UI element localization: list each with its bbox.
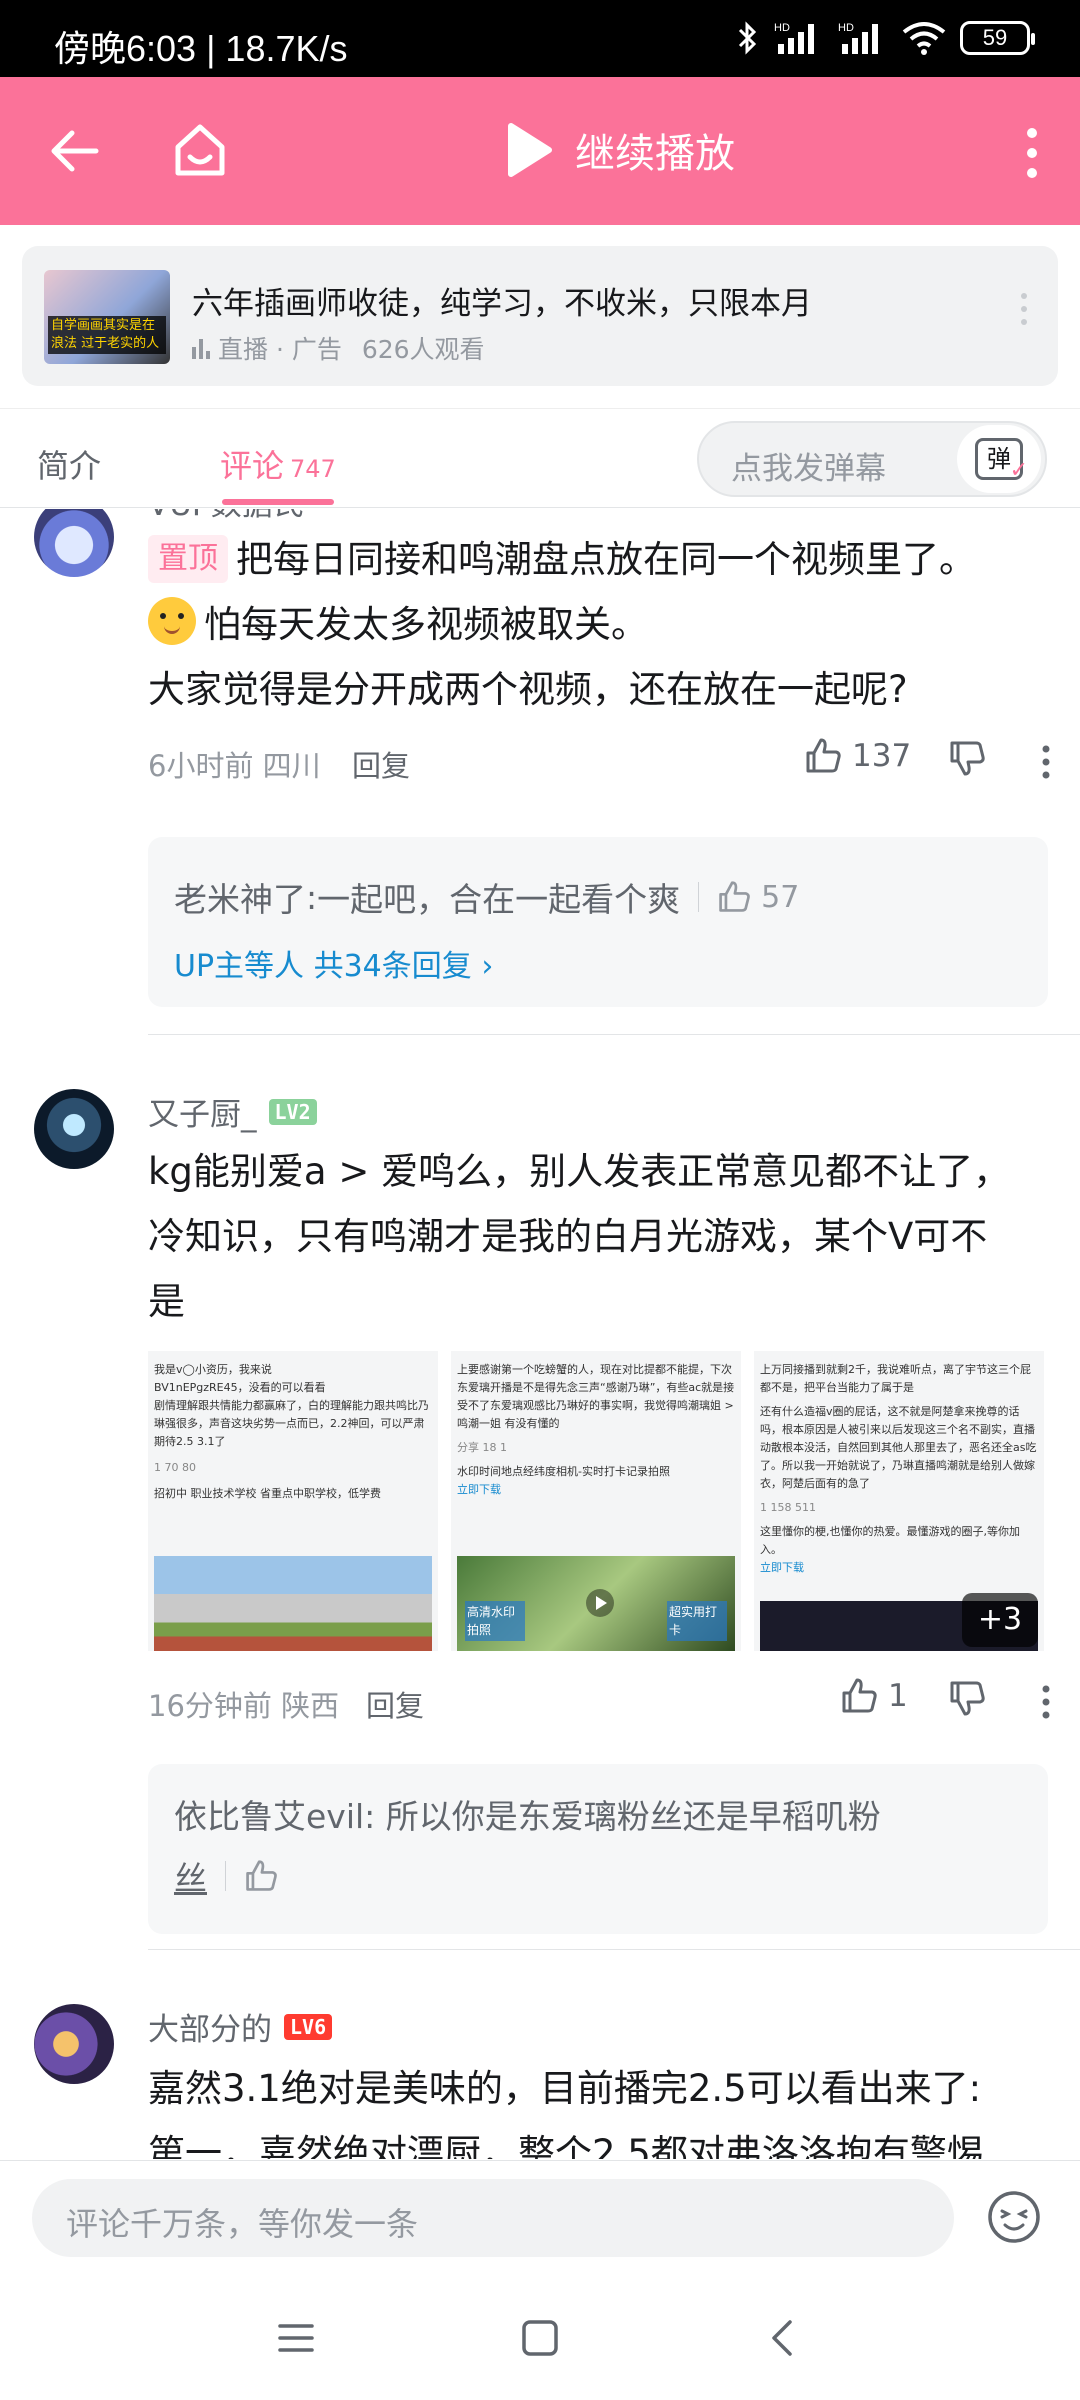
sub-reply-line2: 丝 bbox=[174, 1852, 278, 1900]
thumbs-down-icon[interactable] bbox=[948, 739, 986, 777]
more-replies-link[interactable]: UP主等人 共34条回复 › bbox=[174, 941, 493, 985]
thumbs-up-icon bbox=[842, 1678, 877, 1713]
comment-username[interactable]: 大部分的 LV6 bbox=[148, 2004, 333, 2049]
comment-meta: 6小时前 四川 回复 137 bbox=[148, 735, 1050, 785]
thumbs-down-icon[interactable] bbox=[948, 1679, 986, 1717]
ad-thumbnail: 自学画画其实是在浪法 过于老实的人 bbox=[44, 270, 170, 364]
tab-comments-label: 评论 bbox=[220, 447, 285, 485]
sub-reply-box[interactable]: 依比鲁艾evil: 所以你是东爱璃粉丝还是早稻叽粉 丝 bbox=[148, 1764, 1048, 1934]
status-icons: HD HD 59 bbox=[736, 18, 1035, 58]
like-button[interactable]: 137 bbox=[804, 737, 911, 775]
level-badge: LV2 bbox=[268, 1098, 317, 1125]
signal-icon: HD bbox=[774, 22, 814, 54]
system-nav-bar bbox=[0, 2270, 1080, 2400]
sub-reply-text: 所以你是东爱璃粉丝还是早稻叽粉 bbox=[385, 1797, 881, 1836]
ad-meta: 直播 · 广告 626人观看 bbox=[192, 330, 485, 366]
ad-thumbnail-caption: 自学画画其实是在浪法 过于老实的人 bbox=[48, 316, 166, 354]
play-icon bbox=[508, 123, 552, 177]
sub-reply-text: 一起吧，合在一起看个爽 bbox=[317, 880, 681, 919]
comment-image-2[interactable]: 上要感谢第一个吃螃蟹的人，现在对比提都不能提，下次东爱璃开播是不是得先念三声“感… bbox=[451, 1351, 741, 1651]
comment-meta: 16分钟前 陕西 回复 1 bbox=[148, 1675, 1050, 1725]
ad-card[interactable]: 自学画画其实是在浪法 过于老实的人 六年插画师收徒，纯学习，不收米，只限本月 直… bbox=[22, 246, 1058, 386]
comment-list[interactable]: VUP数据氏 置顶把每日同接和鸣潮盘点放在同一个视频里了。 怕每天发太多视频被取… bbox=[0, 509, 1080, 2159]
wifi-icon bbox=[902, 22, 946, 55]
home-icon[interactable] bbox=[170, 121, 230, 181]
doge-emoji-icon bbox=[148, 597, 196, 645]
danmaku-button[interactable]: 弹 bbox=[957, 425, 1041, 493]
ad-type: 直播 · 广告 bbox=[218, 335, 342, 364]
status-time: 傍晚6:03 | 18.7K/s bbox=[54, 28, 348, 69]
tab-comments[interactable]: 评论 747 bbox=[220, 441, 336, 487]
comment-count: 747 bbox=[290, 455, 336, 483]
comment-image-3[interactable]: 上万同接播到就剩2千，我说难听点，离了宇节这三个屁都不是，把平台当能力了属于是 … bbox=[754, 1351, 1044, 1651]
sub-reply-divider bbox=[698, 882, 700, 912]
thumbs-up-icon bbox=[806, 738, 841, 773]
live-bars-icon bbox=[192, 339, 210, 359]
comment-time: 6小时前 四川 bbox=[148, 749, 321, 783]
comment-text: kg能别爱a > 爱鸣么，别人发表正常意见都不让了， 冷知识，只有鸣潮才是我的白… bbox=[148, 1150, 1011, 1323]
comment-text: 嘉然3.1绝对是美味的，目前播完2.5可以看出来了: 第一，嘉然绝对漂厨，整个2… bbox=[148, 2067, 984, 2159]
comment-input-placeholder: 评论千万条，等你发一条 bbox=[66, 2205, 419, 2243]
like-button[interactable]: 1 bbox=[840, 1677, 908, 1715]
avatar[interactable] bbox=[34, 1089, 114, 1169]
sub-reply: 依比鲁艾evil: 所以你是东爱璃粉丝还是早稻叽粉 bbox=[174, 1797, 881, 1836]
reply-button[interactable]: 回复 bbox=[352, 743, 410, 785]
chevron-right-icon: › bbox=[481, 949, 494, 984]
ad-more-icon[interactable] bbox=[1020, 292, 1028, 326]
camera-ad-photo: 高清水印拍照 超实用打卡 bbox=[457, 1556, 735, 1651]
back-arrow-icon[interactable] bbox=[48, 125, 100, 177]
bluetooth-icon bbox=[738, 21, 757, 55]
emoji-icon[interactable] bbox=[986, 2189, 1042, 2245]
signal-icon-2: HD bbox=[838, 22, 878, 54]
battery-icon: 59 bbox=[960, 21, 1035, 55]
thumbs-up-icon[interactable] bbox=[244, 1859, 278, 1893]
danmaku-placeholder: 点我发弹幕 bbox=[731, 451, 886, 487]
more-images-badge[interactable]: +3 bbox=[962, 1593, 1038, 1647]
like-count: 1 bbox=[888, 1678, 908, 1714]
reply-button[interactable]: 回复 bbox=[366, 1683, 424, 1725]
avatar[interactable] bbox=[34, 2004, 114, 2084]
home-square-icon[interactable] bbox=[518, 2316, 562, 2360]
comment-input-bar: 评论千万条，等你发一条 bbox=[0, 2160, 1080, 2270]
comment-divider bbox=[148, 1034, 1080, 1035]
sub-reply-user[interactable]: 依比鲁艾evil bbox=[174, 1797, 364, 1836]
comment-more-icon[interactable] bbox=[1042, 1685, 1050, 1719]
like-count: 137 bbox=[852, 738, 912, 774]
comment-input[interactable]: 评论千万条，等你发一条 bbox=[32, 2179, 954, 2257]
sub-reply-user[interactable]: 老米神了 bbox=[174, 873, 306, 921]
tab-intro[interactable]: 简介 bbox=[37, 441, 101, 487]
danmaku-icon: 弹 bbox=[975, 438, 1028, 489]
status-bar: 傍晚6:03 | 18.7K/s HD HD 59 bbox=[0, 0, 1080, 77]
more-vertical-icon[interactable] bbox=[1022, 127, 1042, 179]
tab-bar: 简介 评论 747 点我发弹幕 弹 bbox=[0, 408, 1080, 508]
comment-image-1[interactable]: 我是v◯小资历，我来说 BV1nEPgzRE45，没看的可以看看 剧情理解跟共情… bbox=[148, 1351, 438, 1651]
comment-more-icon[interactable] bbox=[1042, 745, 1050, 779]
continue-play-button[interactable]: 继续播放 bbox=[505, 121, 735, 179]
comment-text: 置顶 把每日同接和鸣潮盘点放在同一个视频里了。 怕每天发太多视频被取关。 大家觉得… bbox=[148, 527, 1040, 722]
comment-username[interactable]: VUP数据氏 bbox=[148, 509, 304, 524]
sub-reply: 老米神了: 一起吧，合在一起看个爽 57 bbox=[174, 873, 799, 921]
continue-play-label: 继续播放 bbox=[575, 131, 735, 177]
comment-time: 16分钟前 陕西 bbox=[148, 1689, 340, 1723]
ad-viewers: 626人观看 bbox=[361, 335, 485, 364]
thumbs-up-icon[interactable] bbox=[717, 880, 751, 914]
ad-title: 六年插画师收徒，纯学习，不收米，只限本月 bbox=[192, 286, 812, 322]
sub-reply-box[interactable]: 老米神了: 一起吧，合在一起看个爽 57 UP主等人 共34条回复 › bbox=[148, 837, 1048, 1007]
video-play-icon bbox=[586, 1589, 614, 1617]
school-photo bbox=[154, 1556, 432, 1651]
tab-active-indicator bbox=[222, 499, 334, 505]
back-icon[interactable] bbox=[762, 2316, 806, 2360]
svg-text:HD: HD bbox=[838, 22, 854, 34]
menu-icon[interactable] bbox=[274, 2316, 318, 2360]
level-badge: LV6 bbox=[284, 2013, 333, 2040]
avatar[interactable] bbox=[34, 509, 114, 577]
comment-divider bbox=[148, 1949, 1080, 1950]
sub-reply-divider bbox=[225, 1861, 226, 1891]
danmaku-input[interactable]: 点我发弹幕 弹 bbox=[697, 421, 1047, 497]
svg-text:HD: HD bbox=[774, 22, 790, 34]
sub-reply-likes: 57 bbox=[761, 879, 800, 915]
comment-username[interactable]: 又子厨_ LV2 bbox=[148, 1089, 317, 1134]
pinned-badge: 置顶 bbox=[148, 535, 228, 583]
app-bar: 继续播放 bbox=[0, 77, 1080, 225]
